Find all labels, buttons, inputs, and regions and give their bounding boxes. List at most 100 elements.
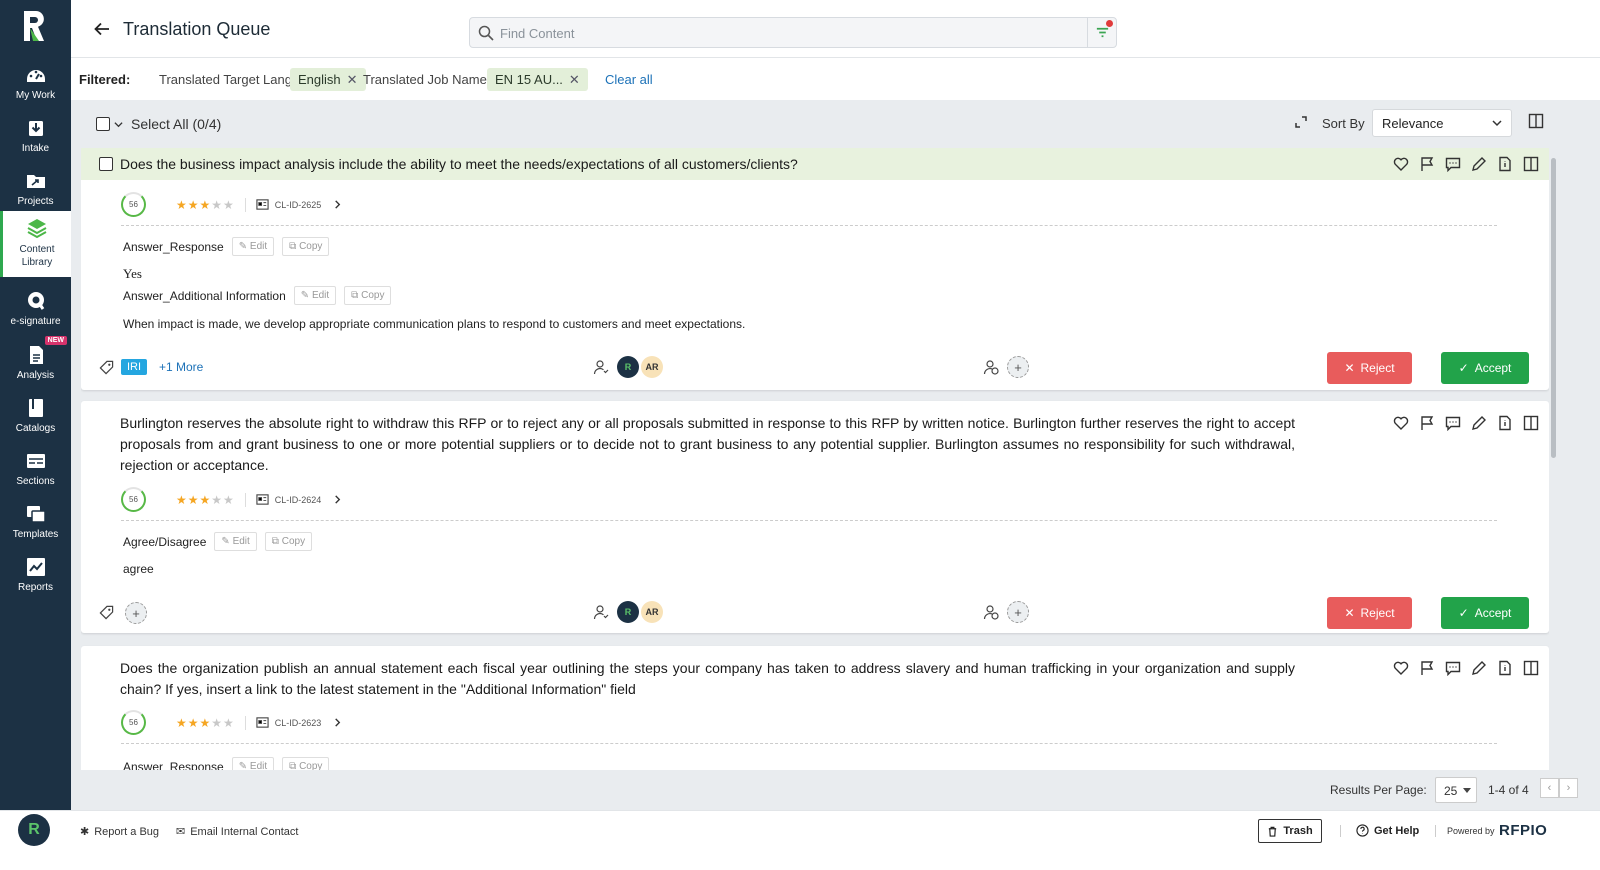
reject-button[interactable]: ✕ Reject bbox=[1327, 352, 1412, 384]
tag-chip[interactable]: IRI bbox=[121, 359, 148, 375]
content-id[interactable]: CL-ID-2624 bbox=[275, 495, 322, 505]
split-view-icon[interactable] bbox=[1523, 156, 1539, 172]
content-id[interactable]: CL-ID-2625 bbox=[275, 200, 322, 210]
expand-icon[interactable] bbox=[1293, 114, 1309, 130]
chevron-down-icon[interactable] bbox=[114, 120, 123, 129]
edit-button[interactable]: ✎ Edit bbox=[293, 286, 337, 305]
file-info-icon[interactable] bbox=[1497, 660, 1513, 676]
sidebar-item-templates[interactable]: Templates bbox=[0, 497, 71, 551]
trash-button[interactable]: Trash bbox=[1258, 819, 1322, 843]
sidebar-item-content-library[interactable]: Content Library bbox=[0, 211, 71, 277]
copy-button[interactable]: ⧉ Copy bbox=[282, 237, 330, 256]
mail-icon: ✉ bbox=[176, 826, 186, 838]
copy-button[interactable]: ⧉ Copy bbox=[344, 286, 392, 305]
owner-avatar[interactable]: R bbox=[617, 601, 639, 623]
sort-select[interactable]: Relevance bbox=[1372, 109, 1512, 137]
split-view-icon[interactable] bbox=[1528, 113, 1544, 129]
user-clock-icon[interactable] bbox=[983, 604, 999, 620]
tag-icon[interactable] bbox=[99, 605, 114, 620]
pencil-icon: ✎ bbox=[221, 536, 230, 547]
bug-icon: ✱ bbox=[80, 826, 90, 838]
user-icon[interactable] bbox=[593, 604, 609, 620]
get-help-link[interactable]: Get Help bbox=[1356, 824, 1419, 837]
split-view-icon[interactable] bbox=[1523, 415, 1539, 431]
email-contact-link[interactable]: ✉ Email Internal Contact bbox=[176, 825, 298, 839]
owner-avatar[interactable]: R bbox=[617, 356, 639, 378]
report-bug-link[interactable]: ✱ Report a Bug bbox=[80, 825, 159, 839]
filter-button[interactable] bbox=[1087, 17, 1117, 48]
edit-button[interactable]: ✎ Edit bbox=[214, 532, 257, 551]
sidebar-item-analysis[interactable]: NEW Analysis bbox=[0, 336, 71, 392]
comment-icon[interactable] bbox=[1445, 415, 1461, 431]
select-all-label: Select All (0/4) bbox=[131, 116, 222, 132]
back-arrow-icon[interactable] bbox=[93, 20, 111, 38]
star-rating[interactable]: ★★★★★ bbox=[176, 493, 235, 507]
app-logo-icon[interactable] bbox=[20, 8, 50, 44]
sidebar-item-e-signature[interactable]: e-signature bbox=[0, 284, 71, 338]
close-icon[interactable]: ✕ bbox=[347, 72, 358, 87]
tag-icon[interactable] bbox=[99, 360, 114, 375]
heart-icon[interactable] bbox=[1393, 660, 1409, 676]
flag-icon[interactable] bbox=[1419, 660, 1435, 676]
file-info-icon[interactable] bbox=[1497, 156, 1513, 172]
check-icon: ✓ bbox=[1458, 361, 1469, 375]
flag-icon[interactable] bbox=[1419, 156, 1435, 172]
chevron-right-icon[interactable] bbox=[333, 495, 342, 504]
sidebar-item-label: Intake bbox=[21, 143, 50, 154]
more-tags-link[interactable]: +1 More bbox=[159, 360, 203, 374]
chevron-right-icon[interactable] bbox=[333, 200, 342, 209]
user-clock-icon[interactable] bbox=[983, 359, 999, 375]
caret-down-icon bbox=[1463, 788, 1471, 793]
add-approver-button[interactable]: + bbox=[1007, 356, 1029, 378]
comment-icon[interactable] bbox=[1445, 156, 1461, 172]
comment-icon[interactable] bbox=[1445, 660, 1461, 676]
sidebar-item-catalogs[interactable]: Catalogs bbox=[0, 391, 71, 445]
file-info-icon[interactable] bbox=[1497, 415, 1513, 431]
next-page-button[interactable]: › bbox=[1559, 778, 1578, 798]
sidebar-item-reports[interactable]: Reports bbox=[0, 550, 71, 604]
accept-button[interactable]: ✓ Accept bbox=[1441, 352, 1529, 384]
chevron-right-icon[interactable] bbox=[333, 718, 342, 727]
scrollbar[interactable] bbox=[1549, 148, 1559, 770]
prev-page-button[interactable]: ‹ bbox=[1540, 778, 1559, 798]
per-page-select[interactable]: 25 bbox=[1435, 777, 1477, 803]
edit-button[interactable]: ✎ Edit bbox=[231, 757, 275, 770]
edit-button[interactable]: ✎ Edit bbox=[231, 237, 275, 256]
content-id[interactable]: CL-ID-2623 bbox=[275, 718, 322, 728]
sidebar-item-intake[interactable]: Intake bbox=[0, 111, 71, 165]
copy-button[interactable]: ⧉ Copy bbox=[264, 532, 313, 551]
footer-logo-icon[interactable]: R bbox=[18, 814, 50, 846]
scrollbar-thumb[interactable] bbox=[1551, 158, 1556, 458]
heart-icon[interactable] bbox=[1393, 415, 1409, 431]
select-all[interactable]: Select All (0/4) bbox=[96, 116, 221, 132]
pencil-icon[interactable] bbox=[1471, 415, 1487, 431]
clear-all-link[interactable]: Clear all bbox=[605, 72, 653, 87]
add-approver-button[interactable]: + bbox=[1007, 601, 1029, 623]
pencil-icon[interactable] bbox=[1471, 156, 1487, 172]
flag-icon[interactable] bbox=[1419, 415, 1435, 431]
pencil-icon[interactable] bbox=[1471, 660, 1487, 676]
reject-button[interactable]: ✕ Reject bbox=[1327, 597, 1412, 629]
sidebar-item-my-work[interactable]: My Work bbox=[0, 58, 71, 112]
sidebar-item-sections[interactable]: Sections bbox=[0, 444, 71, 498]
close-icon[interactable]: ✕ bbox=[569, 72, 580, 87]
signature-icon bbox=[27, 292, 44, 310]
add-tag-button[interactable]: + bbox=[125, 602, 147, 624]
chevron-left-icon: ‹ bbox=[1547, 782, 1552, 794]
select-all-checkbox[interactable] bbox=[96, 117, 110, 131]
search-input[interactable] bbox=[500, 22, 1060, 44]
split-view-icon[interactable] bbox=[1523, 660, 1539, 676]
sidebar-item-projects[interactable]: Projects bbox=[0, 164, 71, 218]
copy-button[interactable]: ⧉ Copy bbox=[282, 757, 330, 770]
copy-icon: ⧉ bbox=[351, 290, 359, 301]
card-checkbox[interactable] bbox=[99, 157, 113, 171]
user-icon[interactable] bbox=[593, 359, 609, 375]
dashboard-icon bbox=[26, 70, 45, 82]
new-badge: NEW bbox=[44, 336, 67, 345]
heart-icon[interactable] bbox=[1393, 156, 1409, 172]
owner-avatar[interactable]: AR bbox=[641, 601, 663, 623]
star-rating[interactable]: ★★★★★ bbox=[176, 716, 235, 730]
star-rating[interactable]: ★★★★★ bbox=[176, 198, 235, 212]
accept-button[interactable]: ✓ Accept bbox=[1441, 597, 1529, 629]
owner-avatar[interactable]: AR bbox=[641, 356, 663, 378]
